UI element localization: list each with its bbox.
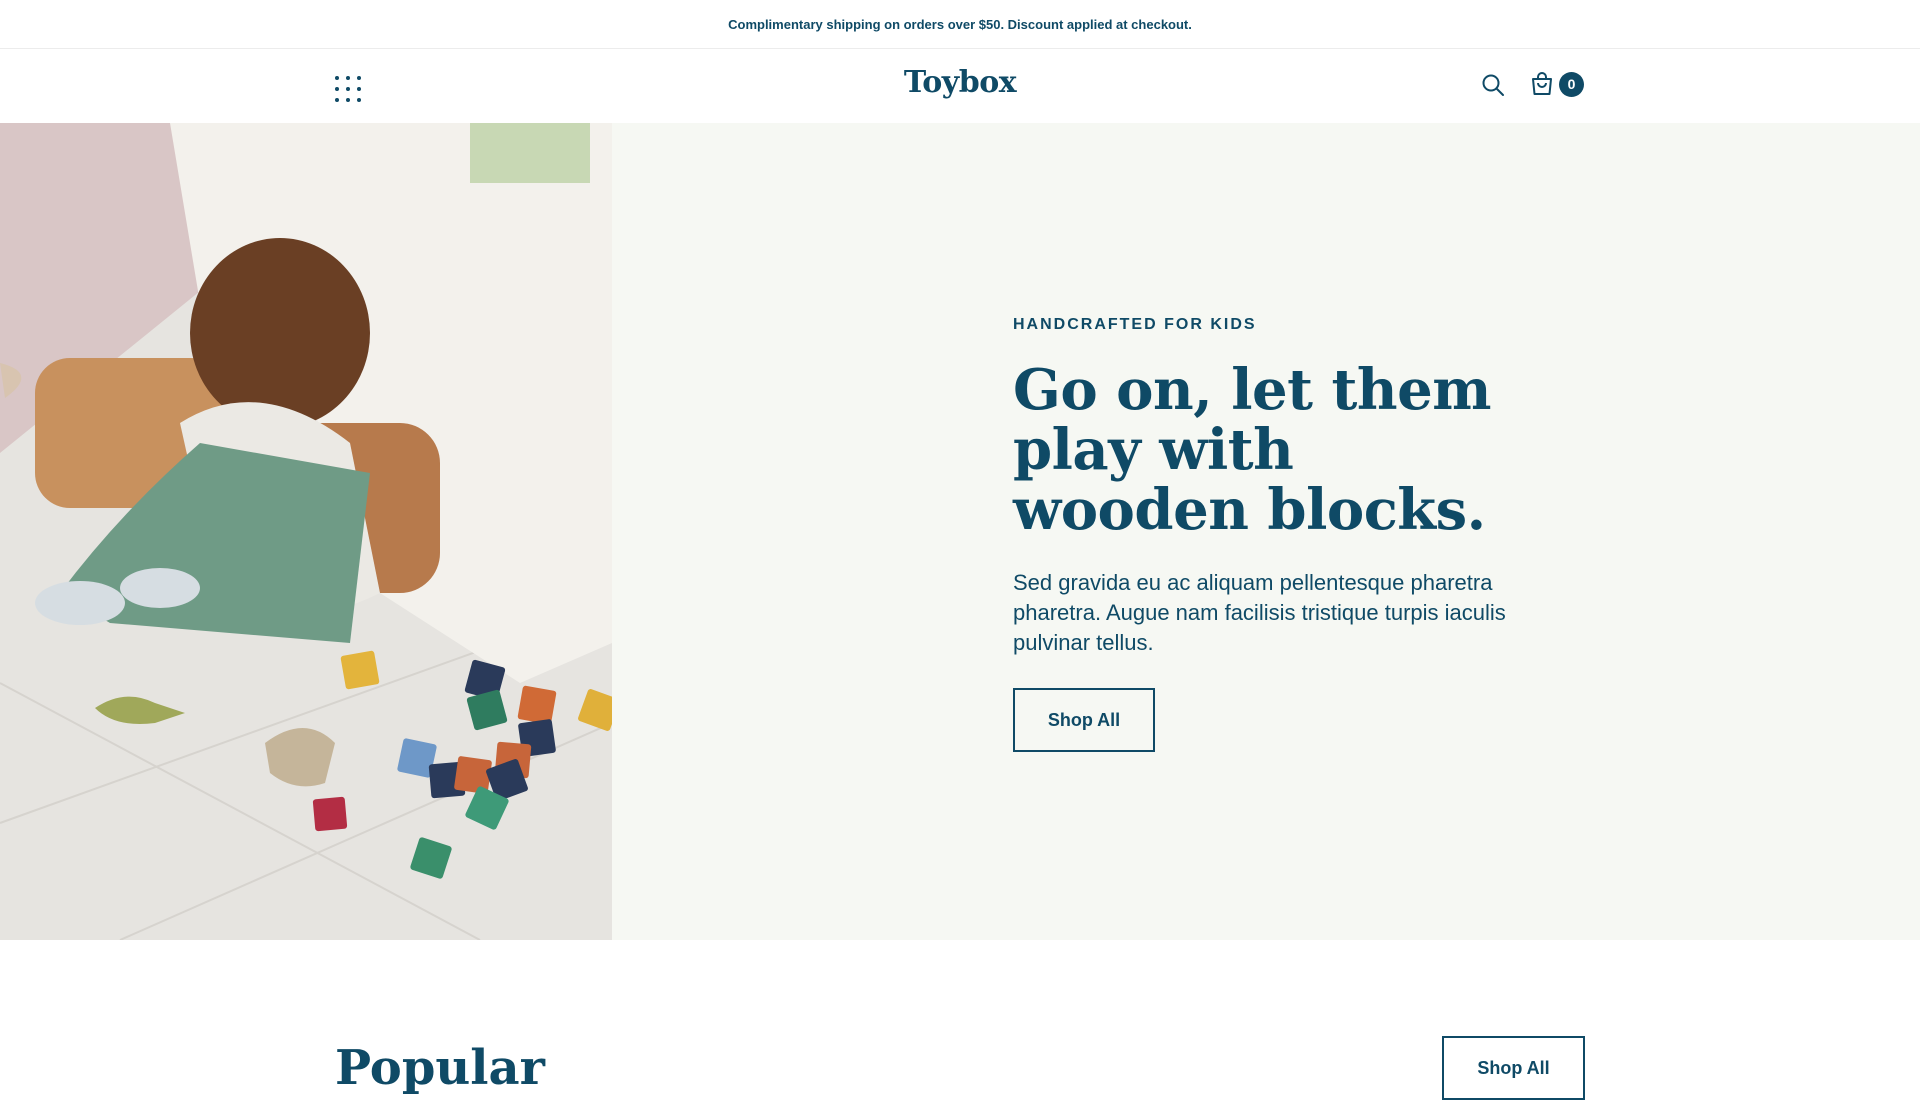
shopping-bag-icon (1532, 72, 1552, 95)
child-hair (190, 238, 370, 428)
search-icon (1482, 74, 1504, 96)
hero-subtext: Sed gravida eu ac aliquam pellentesque p… (1013, 570, 1506, 655)
popular-heading: Popular (335, 1040, 545, 1096)
announcement-bar: Complimentary shipping on orders over $5… (0, 0, 1920, 49)
hero-image (0, 123, 612, 940)
announcement-text: Complimentary shipping on orders over $5… (728, 16, 1192, 32)
hero-section: HANDCRAFTED FOR KIDS Go on, let them pla… (0, 123, 1920, 940)
hero-eyebrow: HANDCRAFTED FOR KIDS (1013, 316, 1257, 333)
hero-content: HANDCRAFTED FOR KIDS Go on, let them pla… (1013, 316, 1533, 752)
cart-button[interactable]: 0 (1529, 71, 1584, 97)
hero-shop-all-button[interactable]: Shop All (1013, 688, 1155, 752)
cart-count-badge: 0 (1559, 71, 1584, 97)
hero-headline: Go on, let them play with wooden blocks. (1013, 357, 1491, 543)
site-header: Toybox 0 (0, 49, 1920, 123)
logo[interactable]: Toybox (0, 65, 1920, 100)
hero-illustration (0, 123, 612, 940)
popular-shop-all-button[interactable]: Shop All (1442, 1036, 1585, 1100)
search-button[interactable] (1481, 73, 1505, 101)
